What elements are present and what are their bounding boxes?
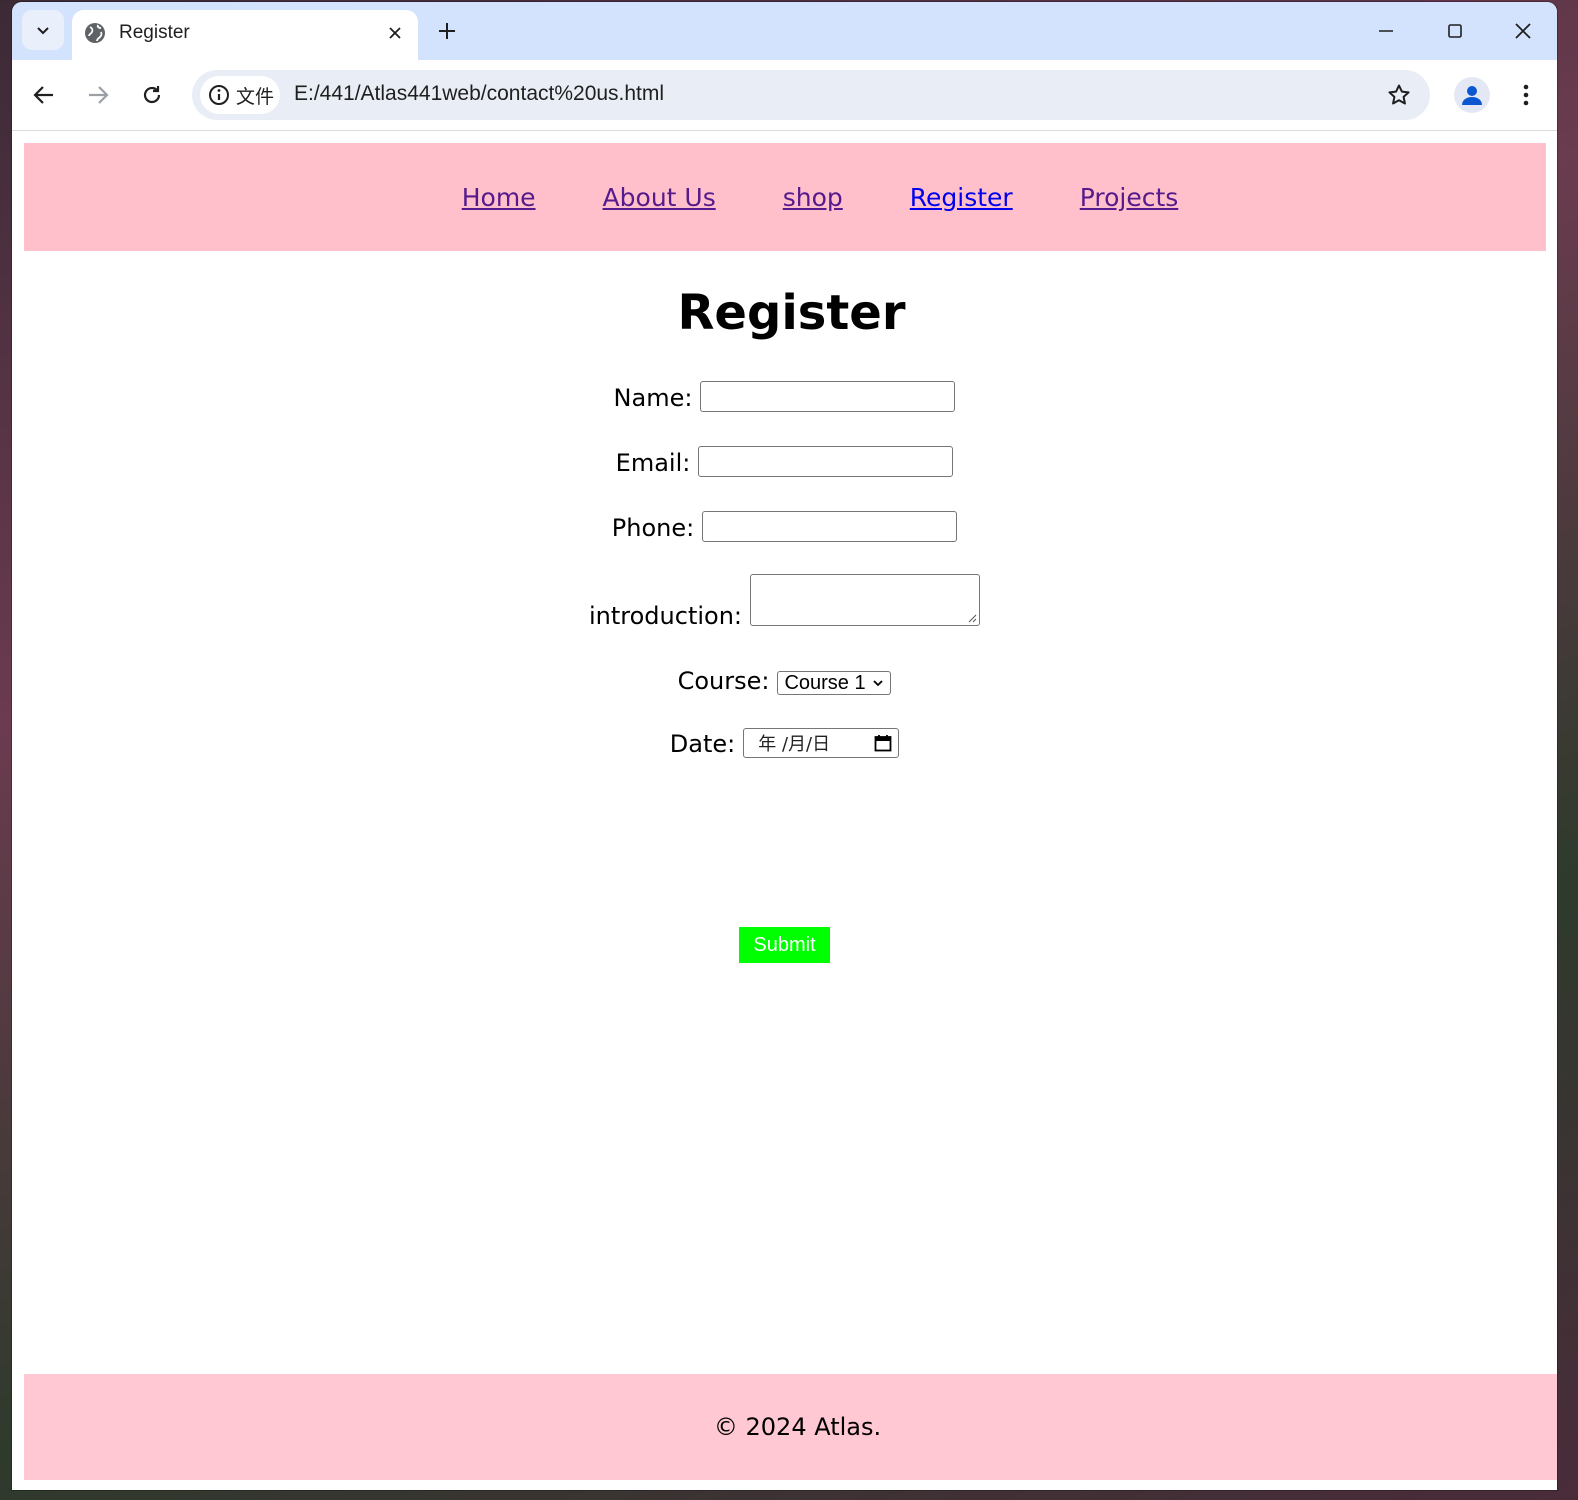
forward-button[interactable] [78,75,118,115]
course-label: Course: [677,667,770,695]
reload-button[interactable] [132,75,172,115]
site-chip-label: 文件 [236,85,275,108]
name-row: Name: [12,381,1557,412]
date-placeholder: 年 /月/日 [758,734,831,755]
chevron-down-icon [873,680,884,687]
site-nav: Home About Us shop Register Projects [24,143,1546,251]
bookmark-button[interactable] [1382,78,1416,112]
globe-icon [85,23,105,43]
name-field[interactable] [700,381,956,412]
arrow-right-icon [89,86,109,104]
nav-link-shop[interactable]: shop [783,183,843,212]
nav-link-projects[interactable]: Projects [1080,183,1179,212]
tab-title: Register [119,22,190,43]
minimize-button[interactable] [1366,14,1406,48]
reload-icon [143,86,161,104]
new-tab-button[interactable] [432,16,462,46]
back-button[interactable] [24,75,64,115]
person-icon [1462,86,1482,105]
course-select-value: Course 1 [784,671,866,694]
nav-link-home[interactable]: Home [462,183,536,212]
introduction-label: introduction: [588,602,742,630]
page-viewport: Home About Us shop Register Projects Reg… [12,131,1557,1490]
browser-menu-button[interactable] [1508,77,1544,113]
phone-field[interactable] [702,511,958,542]
resize-grip-icon[interactable] [967,613,977,623]
tab-search-button[interactable] [22,10,64,50]
footer-copyright: © 2024 Atlas. [713,1413,882,1441]
date-row: Date: 年 /月/日 [12,728,1557,758]
close-window-button[interactable] [1503,14,1543,48]
close-icon [1515,23,1531,39]
email-row: Email: [12,446,1557,477]
tab-strip: Register [12,2,1557,60]
info-icon [209,85,229,105]
site-footer: © 2024 Atlas. [24,1374,1557,1480]
close-icon [389,27,401,39]
course-row: Course: Course 1 [12,667,1557,695]
plus-icon [439,23,455,39]
profile-button[interactable] [1454,77,1490,113]
tab-register[interactable]: Register [72,10,418,60]
address-bar[interactable]: 文件 E:/441/Atlas441web/contact%20us.html [192,70,1430,120]
kebab-menu-icon [1523,84,1529,106]
nav-link-about-us[interactable]: About Us [603,183,716,212]
site-info-chip[interactable]: 文件 [200,76,280,114]
browser-toolbar: 文件 E:/441/Atlas441web/contact%20us.html [12,60,1557,131]
phone-row: Phone: [12,511,1557,542]
email-field[interactable] [698,446,954,477]
submit-button[interactable]: Submit [739,927,830,963]
email-label: Email: [615,449,691,477]
browser-window: Register 文件 E:/441/Atlas441web/contact%2… [12,2,1557,1490]
chevron-down-icon [37,27,49,35]
introduction-textarea[interactable] [750,574,980,626]
name-label: Name: [613,384,693,412]
course-select[interactable]: Course 1 [777,671,892,695]
page-title: Register [677,285,906,341]
minimize-icon [1379,30,1393,32]
maximize-icon [1448,24,1462,38]
star-icon [1388,84,1410,105]
date-input[interactable]: 年 /月/日 [743,728,900,758]
phone-label: Phone: [611,514,695,542]
date-label: Date: [669,730,736,758]
calendar-icon[interactable] [874,734,892,752]
url-text[interactable]: E:/441/Atlas441web/contact%20us.html [294,82,664,106]
maximize-button[interactable] [1435,14,1475,48]
tab-close-button[interactable] [382,20,408,46]
nav-link-register[interactable]: Register [910,183,1013,212]
introduction-row: introduction: [12,574,1557,630]
arrow-left-icon [33,86,53,104]
